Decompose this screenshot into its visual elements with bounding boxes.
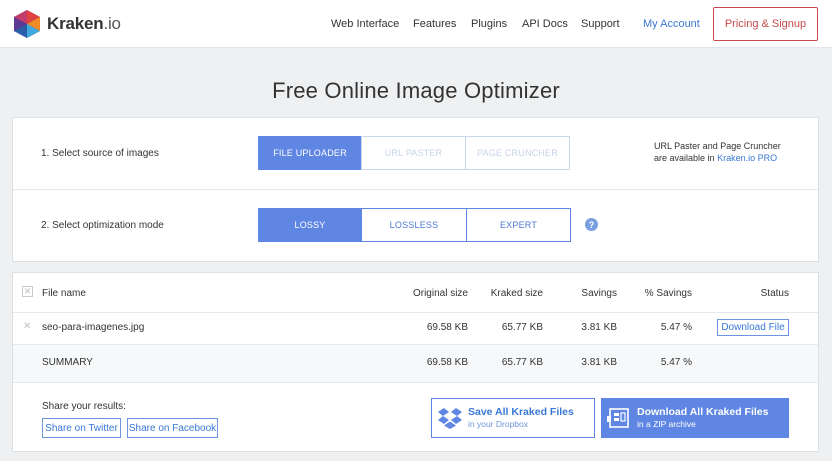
summary-original-size: 69.58 KB — [426, 357, 468, 368]
zip-subtitle: in a ZIP archive — [637, 419, 696, 429]
zip-title: Download All Kraked Files — [637, 406, 769, 418]
summary-top-divider — [13, 344, 818, 345]
kraken-logo[interactable]: Kraken.io — [12, 9, 121, 39]
settings-card: 1. Select source of images FILE UPLOADER… — [12, 117, 819, 262]
row-savings: 3.81 KB — [581, 322, 617, 333]
header-kraked-size: Kraked size — [490, 288, 543, 299]
lossless-button[interactable]: LOSSLESS — [361, 208, 467, 242]
pro-note-line2: are available in Kraken.io PRO — [654, 153, 778, 163]
file-uploader-button[interactable]: FILE UPLOADER — [258, 136, 362, 170]
header-file-name: File name — [42, 288, 86, 299]
kraken-logo-icon — [14, 10, 40, 38]
summary-bottom-divider — [13, 382, 818, 383]
nav-plugins[interactable]: Plugins — [471, 18, 507, 30]
dropbox-title: Save All Kraked Files — [468, 406, 574, 418]
share-facebook-button[interactable]: Share on Facebook — [127, 418, 218, 438]
header-savings: Savings — [581, 288, 617, 299]
pro-note: URL Paster and Page Cruncher are availab… — [654, 140, 781, 164]
share-twitter-button[interactable]: Share on Twitter — [42, 418, 121, 438]
nav-web-interface[interactable]: Web Interface — [331, 18, 399, 30]
mode-label: 2. Select optimization mode — [41, 220, 164, 231]
download-file-button[interactable]: Download File — [717, 319, 789, 336]
kraken-pro-link[interactable]: Kraken.io PRO — [717, 153, 777, 163]
url-paster-button[interactable]: URL PASTER — [361, 136, 466, 170]
mode-selector: LOSSY LOSSLESS EXPERT — [258, 208, 571, 242]
settings-divider — [13, 189, 818, 190]
download-zip-button[interactable]: Download All Kraked Files in a ZIP archi… — [601, 398, 789, 438]
nav-api-docs[interactable]: API Docs — [522, 18, 568, 30]
header-divider — [13, 312, 818, 313]
clear-all-icon[interactable]: ✕ — [22, 286, 33, 297]
top-header: Kraken.io Web Interface Features Plugins… — [0, 0, 832, 48]
row-original-size: 69.58 KB — [426, 322, 468, 333]
save-to-dropbox-button[interactable]: Save All Kraked Files in your Dropbox — [431, 398, 595, 438]
summary-kraked-size: 65.77 KB — [501, 357, 543, 368]
lossy-button[interactable]: LOSSY — [258, 208, 362, 242]
archive-icon — [601, 407, 637, 429]
page-title: Free Online Image Optimizer — [272, 78, 560, 103]
share-label: Share your results: — [42, 401, 126, 412]
nav-features[interactable]: Features — [413, 18, 456, 30]
summary-savings: 3.81 KB — [581, 357, 617, 368]
results-card: ✕ File name Original size Kraked size Sa… — [12, 272, 819, 452]
pricing-signup-button[interactable]: Pricing & Signup — [713, 7, 818, 41]
remove-file-icon[interactable]: ✕ — [23, 321, 31, 332]
header-status: Status — [760, 288, 789, 299]
summary-pct-savings: 5.47 % — [660, 357, 692, 368]
row-file-name: seo-para-imagenes.jpg — [42, 322, 145, 333]
help-icon[interactable]: ? — [585, 218, 598, 231]
nav-support[interactable]: Support — [581, 18, 620, 30]
header-original-size: Original size — [412, 288, 468, 299]
expert-button[interactable]: EXPERT — [466, 208, 571, 242]
page-cruncher-button[interactable]: PAGE CRUNCHER — [465, 136, 570, 170]
nav-my-account[interactable]: My Account — [643, 18, 700, 30]
logo-text: Kraken.io — [47, 14, 121, 33]
row-pct-savings: 5.47 % — [660, 322, 692, 333]
dropbox-icon — [432, 407, 468, 429]
source-label: 1. Select source of images — [41, 148, 159, 159]
row-kraked-size: 65.77 KB — [501, 322, 543, 333]
dropbox-subtitle: in your Dropbox — [468, 419, 529, 429]
source-selector: FILE UPLOADER URL PASTER PAGE CRUNCHER — [258, 136, 570, 170]
summary-label: SUMMARY — [42, 357, 93, 368]
pro-note-line1: URL Paster and Page Cruncher — [654, 141, 781, 151]
header-pct-savings: % Savings — [644, 288, 692, 299]
